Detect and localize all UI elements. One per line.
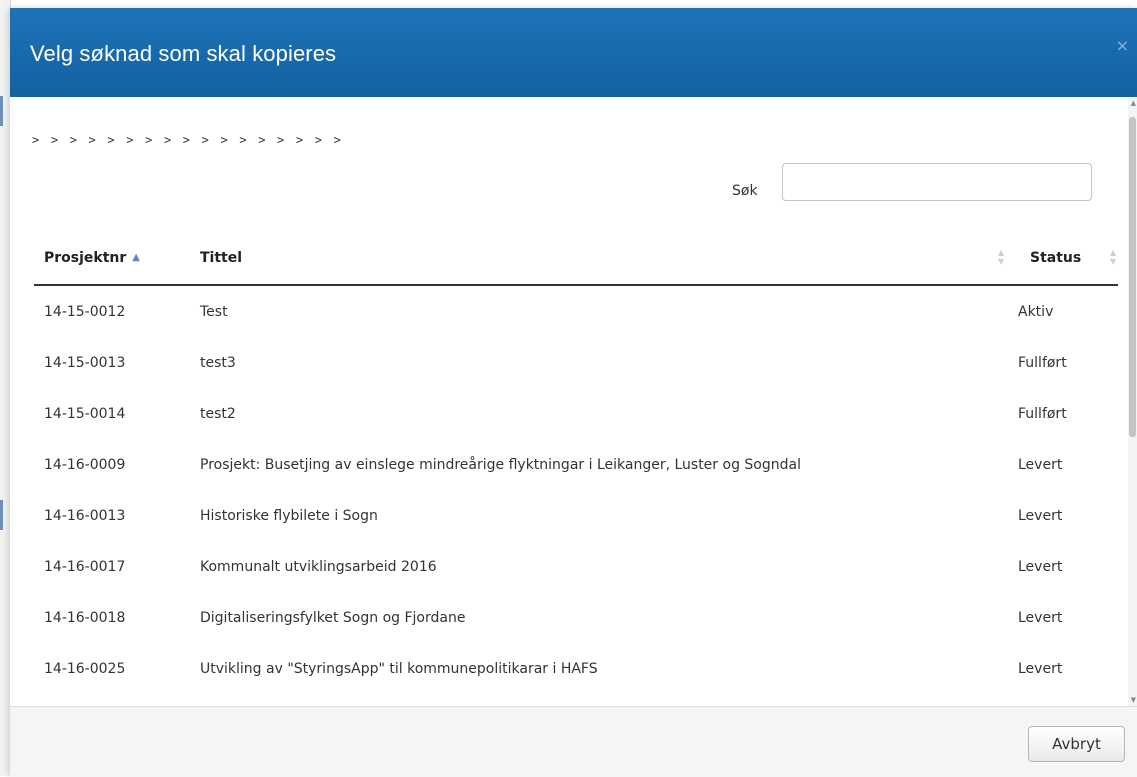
cell-status: Levert — [1018, 456, 1063, 473]
cell-prosjektnr: 14-15-0012 — [44, 303, 126, 320]
sort-ascending-icon: ▲ — [132, 252, 140, 263]
cell-status: Fullført — [1018, 405, 1067, 422]
cell-status: Aktiv — [1018, 303, 1054, 320]
cell-prosjektnr: 14-16-0025 — [44, 660, 126, 677]
vertical-scrollbar[interactable]: ▲ ▼ — [1128, 97, 1137, 706]
cell-tittel: Kommunalt utviklingsarbeid 2016 — [200, 558, 437, 575]
column-header-tittel[interactable]: Tittel ▲ ▼ — [200, 232, 1018, 286]
cell-status: Fullført — [1018, 354, 1067, 371]
cell-tittel: Test — [200, 303, 228, 320]
cell-tittel: Prosjekt: Busetjing av einslege mindreår… — [200, 456, 801, 473]
scrollbar-thumb[interactable] — [1129, 117, 1136, 437]
table-row[interactable]: 14-16-0018 Digitaliseringsfylket Sogn og… — [34, 592, 1118, 643]
dialog-title: Velg søknad som skal kopieres — [30, 41, 337, 66]
cell-prosjektnr: 14-16-0009 — [44, 456, 126, 473]
column-header-status[interactable]: Status ▲ ▼ — [1018, 232, 1118, 286]
cell-tittel: test3 — [200, 354, 236, 371]
column-header-label: Status — [1030, 250, 1082, 266]
dialog-body: > > > > > > > > > > > > > > > > > Søk Pr… — [10, 97, 1137, 706]
cell-tittel: Utvikling av "StyringsApp" til kommunepo… — [200, 660, 598, 677]
column-header-label: Prosjektnr — [44, 250, 127, 266]
cell-tittel: Digitaliseringsfylket Sogn og Fjordane — [200, 609, 466, 626]
table-row[interactable]: 14-15-0014 test2 Fullført — [34, 388, 1118, 439]
scroll-down-icon[interactable]: ▼ — [1131, 696, 1136, 704]
table-header-row: Prosjektnr ▲ Tittel ▲ ▼ Status ▲ ▼ — [34, 232, 1118, 286]
cell-status: Levert — [1018, 609, 1063, 626]
cell-prosjektnr: 14-16-0013 — [44, 507, 126, 524]
column-header-prosjektnr[interactable]: Prosjektnr ▲ — [34, 232, 200, 286]
table-row[interactable]: 14-15-0012 Test Aktiv — [34, 285, 1118, 337]
background-accent — [0, 96, 3, 126]
cell-prosjektnr: 14-15-0014 — [44, 405, 126, 422]
table-row[interactable]: 14-15-0013 test3 Fullført — [34, 337, 1118, 388]
cell-prosjektnr: 14-16-0017 — [44, 558, 126, 575]
cancel-button[interactable]: Avbryt — [1028, 726, 1125, 762]
table-row[interactable]: 14-16-0009 Prosjekt: Busetjing av einsle… — [34, 439, 1118, 490]
column-header-label: Tittel — [200, 250, 243, 266]
sort-both-icon: ▲ ▼ — [998, 248, 1005, 266]
cell-prosjektnr: 14-16-0018 — [44, 609, 126, 626]
background-accent — [0, 500, 3, 530]
search-label: Søk — [732, 183, 758, 199]
breadcrumb: > > > > > > > > > > > > > > > > > — [32, 133, 344, 147]
dialog-footer: Avbryt — [10, 706, 1137, 777]
cell-prosjektnr: 14-15-0013 — [44, 354, 126, 371]
cell-status: Levert — [1018, 507, 1063, 524]
cell-tittel: Historiske flybilete i Sogn — [200, 507, 378, 524]
table-row[interactable]: 14-16-0017 Kommunalt utviklingsarbeid 20… — [34, 541, 1118, 592]
cell-status: Levert — [1018, 558, 1063, 575]
dialog-header: Velg søknad som skal kopieres × — [10, 8, 1137, 97]
sort-both-icon: ▲ ▼ — [1110, 248, 1117, 266]
search-input[interactable] — [782, 163, 1092, 201]
close-icon[interactable]: × — [1116, 36, 1129, 55]
cell-status: Levert — [1018, 660, 1063, 677]
cell-tittel: test2 — [200, 405, 236, 422]
table-row[interactable]: 14-16-0025 Utvikling av "StyringsApp" ti… — [34, 643, 1118, 694]
copy-application-dialog: Velg søknad som skal kopieres × > > > > … — [10, 8, 1137, 777]
scroll-up-icon[interactable]: ▲ — [1131, 99, 1136, 107]
application-table: Prosjektnr ▲ Tittel ▲ ▼ Status ▲ ▼ 14-15-00… — [34, 232, 1118, 694]
table-row[interactable]: 14-16-0013 Historiske flybilete i Sogn L… — [34, 490, 1118, 541]
